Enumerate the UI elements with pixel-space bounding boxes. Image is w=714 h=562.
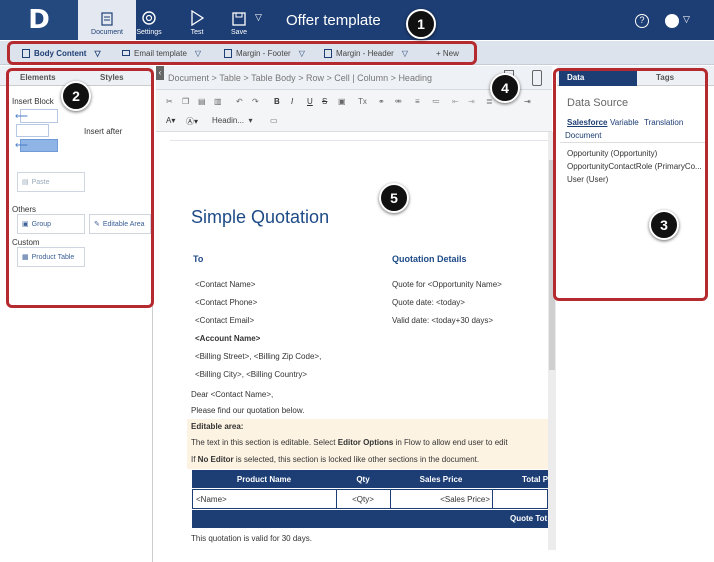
breadcrumb-item[interactable]: Table Body	[251, 73, 296, 83]
play-icon	[191, 10, 204, 26]
source-icon[interactable]: ▭	[270, 116, 278, 125]
paste-text-icon[interactable]: ▥	[214, 97, 222, 106]
callout-5: 5	[379, 183, 409, 213]
editable-line-1[interactable]: The text in this section is editable. Se…	[191, 438, 548, 447]
editable-text: in Flow to allow end user to edit	[393, 438, 508, 447]
to-line[interactable]: <Account Name>	[195, 334, 260, 343]
breadcrumb-separator: >	[243, 72, 249, 83]
breadcrumb-item[interactable]: Heading	[398, 73, 432, 83]
table-cell[interactable]: <Sales Price>	[390, 495, 490, 504]
table-header: Qty	[356, 475, 370, 484]
toolbar-test-label: Test	[190, 29, 204, 36]
details-line[interactable]: Quote for <Opportunity Name>	[392, 280, 502, 289]
highlight-right-panel	[553, 68, 708, 301]
editable-title: Editable area:	[191, 422, 244, 431]
table-header: Sales Price	[419, 475, 463, 484]
strikethrough-icon[interactable]: S	[322, 97, 327, 106]
quote-total-label: Quote Tot	[510, 514, 548, 523]
callout-1: 1	[406, 9, 436, 39]
chevron-down-icon[interactable]: ▽	[683, 14, 690, 25]
quotation-title: Simple Quotation	[191, 207, 330, 227]
editable-text-bold: No Editor	[197, 455, 234, 464]
align-right-icon[interactable]: ⇥	[524, 97, 531, 106]
save-dropdown-icon[interactable]: ▽	[255, 12, 262, 23]
toolbar-document-label: Document	[91, 29, 123, 36]
link-icon[interactable]: ⚭	[378, 97, 385, 106]
align-left-icon[interactable]: ≣	[486, 97, 493, 106]
cut-icon[interactable]: ✂	[166, 97, 173, 106]
table-header: Total P	[522, 475, 548, 484]
validity-note[interactable]: This quotation is valid for 30 days.	[191, 534, 312, 543]
breadcrumb-separator: >	[390, 72, 396, 83]
breadcrumb-item[interactable]: Table	[219, 73, 241, 83]
greeting[interactable]: Dear <Contact Name>,	[191, 390, 273, 399]
table-header: Product Name	[236, 475, 292, 484]
outdent-icon[interactable]: ⇤	[452, 97, 459, 106]
background-color-icon[interactable]: Ⓐ▾	[186, 116, 198, 127]
table-divider	[492, 489, 493, 509]
gear-icon	[142, 11, 156, 25]
editable-line-2[interactable]: If No Editor is selected, this section i…	[191, 455, 548, 464]
copy-icon[interactable]: ❐	[182, 97, 189, 106]
unlink-icon[interactable]: ⚮	[395, 97, 402, 106]
numbered-list-icon[interactable]: ≡	[415, 97, 420, 106]
editable-text: If	[191, 455, 198, 464]
mobile-view-icon[interactable]	[532, 70, 542, 86]
table-cell[interactable]: <Qty>	[336, 495, 390, 504]
to-line[interactable]: <Contact Phone>	[195, 298, 257, 307]
document-title: Offer template	[286, 12, 381, 29]
editable-text: The text in this section is editable. Se…	[191, 438, 338, 447]
text-color-icon[interactable]: A▾	[166, 116, 175, 125]
details-line[interactable]: Valid date: <today+30 days>	[392, 316, 493, 325]
breadcrumb-item[interactable]: Document	[168, 73, 209, 83]
breadcrumb-item[interactable]: Cell | Column	[334, 73, 388, 83]
collapse-left-icon[interactable]: ‹	[156, 66, 164, 80]
app-logo[interactable]: D	[0, 0, 78, 40]
bulleted-list-icon[interactable]: ≔	[432, 97, 440, 106]
breadcrumb-separator: >	[298, 72, 304, 83]
breadcrumb-item[interactable]: Row	[306, 73, 324, 83]
bold-icon[interactable]: B	[274, 97, 280, 106]
toolbar-settings-label: Settings	[136, 29, 162, 36]
callout-2: 2	[61, 81, 91, 111]
toolbar-save-label: Save	[231, 29, 247, 36]
document-icon	[101, 12, 113, 26]
intro-text[interactable]: Please find our quotation below.	[191, 406, 304, 415]
breadcrumb-separator: >	[211, 72, 217, 83]
editable-text: is selected, this section is locked like…	[233, 455, 480, 464]
indent-icon[interactable]: ⇥	[468, 97, 475, 106]
details-heading: Quotation Details	[392, 254, 467, 264]
undo-icon[interactable]: ↶	[236, 97, 243, 106]
to-line[interactable]: <Contact Name>	[195, 280, 255, 289]
to-heading: To	[193, 254, 204, 264]
callout-4: 4	[490, 73, 520, 103]
save-icon	[232, 12, 246, 26]
clear-format-icon[interactable]: Tx	[358, 97, 367, 106]
table-cell[interactable]: <Name>	[196, 495, 227, 504]
italic-icon[interactable]: I	[291, 97, 293, 106]
quote-total-row	[192, 510, 548, 528]
help-icon[interactable]: ?	[635, 14, 649, 28]
redo-icon[interactable]: ↷	[252, 97, 259, 106]
format-dropdown-label: Headin...	[212, 116, 245, 125]
editable-text-bold: Editor Options	[337, 438, 394, 447]
avatar[interactable]	[665, 14, 679, 28]
highlight-tabs	[7, 41, 477, 65]
to-line[interactable]: <Contact Email>	[195, 316, 254, 325]
to-line[interactable]: <Billing Street>, <Billing Zip Code>,	[195, 352, 321, 361]
paste-icon[interactable]: ▤	[198, 97, 206, 106]
underline-icon[interactable]: U	[307, 97, 313, 106]
callout-3: 3	[649, 210, 679, 240]
details-line[interactable]: Quote date: <today>	[392, 298, 465, 307]
logo-text: D	[28, 5, 50, 35]
breadcrumb-separator: >	[326, 72, 332, 83]
to-line[interactable]: <Billing City>, <Billing Country>	[195, 370, 307, 379]
format-dropdown[interactable]: Headin... ▾	[212, 116, 253, 125]
special-char-icon[interactable]: ▣	[338, 97, 346, 106]
